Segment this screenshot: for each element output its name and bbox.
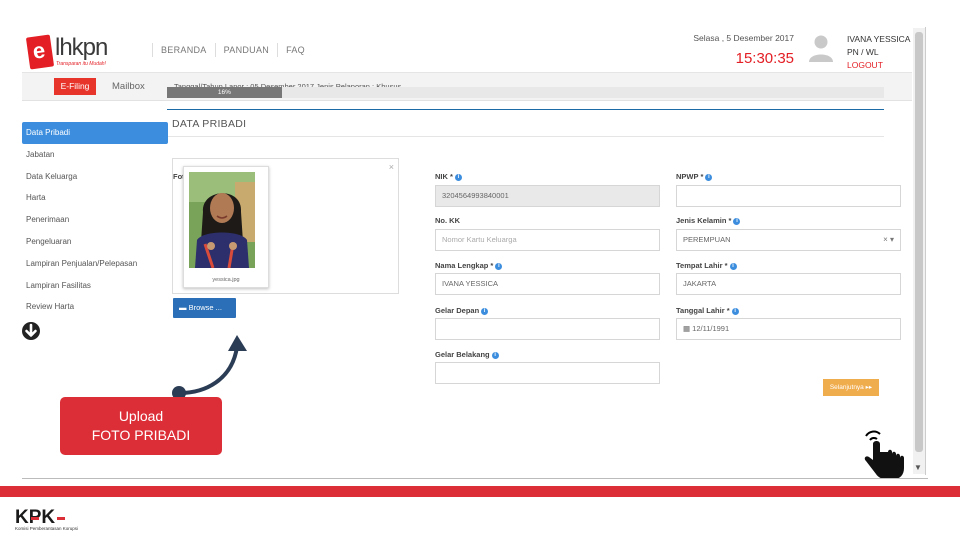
tanggal-lahir-label: Tanggal Lahir * i <box>676 306 739 315</box>
calendar-icon[interactable]: ▦ <box>683 324 692 333</box>
menu-penerimaan[interactable]: Penerimaan <box>22 209 168 231</box>
callout-line-2: FOTO PRIBADI <box>91 427 191 443</box>
menu-review-harta[interactable]: Review Harta <box>22 296 168 318</box>
efiling-tab[interactable]: E-Filing <box>54 78 96 95</box>
nokk-label: No. KK <box>435 216 460 225</box>
menu-harta[interactable]: Harta <box>22 187 168 209</box>
info-icon[interactable]: i <box>705 173 713 181</box>
npwp-label-text: NPWP * <box>676 172 704 181</box>
menu-lampiran-penjualan[interactable]: Lampiran Penjualan/Pelepasan <box>22 253 168 275</box>
menu-data-keluarga[interactable]: Data Keluarga <box>22 166 168 188</box>
logout-link[interactable]: LOGOUT <box>847 59 910 72</box>
gelar-depan-field[interactable] <box>435 318 660 340</box>
nav-beranda[interactable]: BERANDA <box>152 43 215 57</box>
user-info: IVANA YESSICA PN / WL LOGOUT <box>847 33 910 72</box>
elhkpn-logo[interactable]: e lhkpn Transparan itu Mudah! <box>25 32 128 72</box>
user-role: PN / WL <box>847 47 879 57</box>
photo-filename: yessica.jpg <box>212 277 240 283</box>
logo-letter: e <box>31 37 47 64</box>
nav-faq[interactable]: FAQ <box>277 43 313 57</box>
tanggal-lahir-field[interactable]: ▦ 12/11/1991 <box>676 318 901 340</box>
kpk-subtitle: Komisi Pemberantasan Korupsi <box>15 526 79 531</box>
datetime-display: Selasa , 5 Desember 2017 15:30:35 <box>682 33 794 67</box>
menu-jabatan[interactable]: Jabatan <box>22 144 168 166</box>
info-icon[interactable]: i <box>733 217 741 225</box>
gender-label-text: Jenis Kelamin * <box>676 216 732 225</box>
tempat-lahir-label: Tempat Lahir * i <box>676 261 737 270</box>
info-icon[interactable]: i <box>729 262 737 270</box>
next-button-label: Selanjutnya <box>829 384 864 391</box>
section-subdivider <box>168 136 884 137</box>
browse-button-label: Browse ... <box>188 303 222 312</box>
tempat-lahir-label-text: Tempat Lahir * <box>676 261 728 270</box>
logo-tagline: Transparan itu Mudah! <box>56 61 106 67</box>
scrollbar-thumb[interactable] <box>915 32 923 452</box>
vertical-scrollbar[interactable]: ▼ <box>913 28 925 474</box>
nik-label: NIK * i <box>435 172 462 181</box>
double-chevron-right-icon: ▸▸ <box>863 384 873 391</box>
progress-bar: 16% <box>167 87 884 98</box>
remove-photo-icon[interactable]: × <box>389 162 394 172</box>
gelar-belakang-label-text: Gelar Belakang <box>435 350 490 359</box>
gelar-belakang-field[interactable] <box>435 362 660 384</box>
scroll-down-arrow-icon[interactable]: ▼ <box>914 463 922 472</box>
folder-icon: ▬ <box>179 303 189 312</box>
nama-field[interactable]: IVANA YESSICA <box>435 273 660 295</box>
hand-pointer-icon <box>864 430 904 479</box>
profile-photo <box>189 172 255 268</box>
footer-divider <box>22 478 928 479</box>
npwp-field[interactable] <box>676 185 901 207</box>
photo-preview-box: × yessica.jpg <box>172 158 399 294</box>
photo-thumbnail: yessica.jpg <box>183 166 269 288</box>
user-avatar-icon <box>809 35 833 62</box>
gender-select-value: PEREMPUAN <box>683 235 731 244</box>
info-icon[interactable]: i <box>495 262 503 270</box>
gender-label: Jenis Kelamin * i <box>676 216 741 225</box>
section-title: DATA PRIBADI <box>172 118 247 130</box>
nokk-label-text: No. KK <box>435 216 460 225</box>
info-icon[interactable]: i <box>481 307 489 315</box>
nav-panduan[interactable]: PANDUAN <box>214 43 277 57</box>
mailbox-tab[interactable]: Mailbox <box>112 81 145 92</box>
npwp-label: NPWP * i <box>676 172 713 181</box>
gelar-belakang-label: Gelar Belakang i <box>435 350 499 359</box>
menu-lampiran-fasilitas[interactable]: Lampiran Fasilitas <box>22 275 168 297</box>
user-name: IVANA YESSICA <box>847 34 911 44</box>
form-step-menu: Data Pribadi Jabatan Data Keluarga Harta… <box>22 122 168 318</box>
current-date: Selasa , 5 Desember 2017 <box>693 33 794 43</box>
nokk-field[interactable]: Nomor Kartu Keluarga <box>435 229 660 251</box>
logo-e-box: e <box>25 34 55 70</box>
section-divider <box>167 109 884 110</box>
top-navigation: BERANDA PANDUAN FAQ <box>152 43 313 57</box>
app-header: e lhkpn Transparan itu Mudah! BERANDA PA… <box>22 27 912 73</box>
menu-pengeluaran[interactable]: Pengeluaran <box>22 231 168 253</box>
arrow-circle-down-icon[interactable] <box>21 321 41 341</box>
current-time: 15:30:35 <box>735 50 794 67</box>
tanggal-lahir-value: 12/11/1991 <box>692 324 730 333</box>
logo-word: lhkpn <box>55 34 108 61</box>
nik-label-text: NIK * <box>435 172 453 181</box>
nik-field[interactable]: 3204564993840001 <box>435 185 660 207</box>
next-button[interactable]: Selanjutnya ▸▸ <box>823 379 879 396</box>
browse-button[interactable]: ▬ Browse ... <box>173 298 236 318</box>
clear-and-chevron-icon[interactable]: × ▾ <box>883 230 894 250</box>
presentation-slide: e lhkpn Transparan itu Mudah! BERANDA PA… <box>0 0 960 540</box>
info-icon[interactable]: i <box>454 173 462 181</box>
menu-data-pribadi[interactable]: Data Pribadi <box>22 122 168 144</box>
gender-select[interactable]: PEREMPUAN × ▾ <box>676 229 901 251</box>
info-icon[interactable]: i <box>491 351 499 359</box>
footer-red-band <box>0 486 960 497</box>
info-icon[interactable]: i <box>731 307 739 315</box>
gelar-depan-label: Gelar Depan i <box>435 306 489 315</box>
nama-label: Nama Lengkap * i <box>435 261 503 270</box>
curved-arrow-annotation <box>172 335 247 400</box>
callout-line-1: Upload <box>118 408 164 424</box>
gelar-depan-label-text: Gelar Depan <box>435 306 480 315</box>
tanggal-lahir-label-text: Tanggal Lahir * <box>676 306 730 315</box>
progress-fill: 16% <box>167 87 282 98</box>
upload-callout: Upload FOTO PRIBADI <box>60 397 222 455</box>
nama-label-text: Nama Lengkap * <box>435 261 494 270</box>
tempat-lahir-field[interactable]: JAKARTA <box>676 273 901 295</box>
